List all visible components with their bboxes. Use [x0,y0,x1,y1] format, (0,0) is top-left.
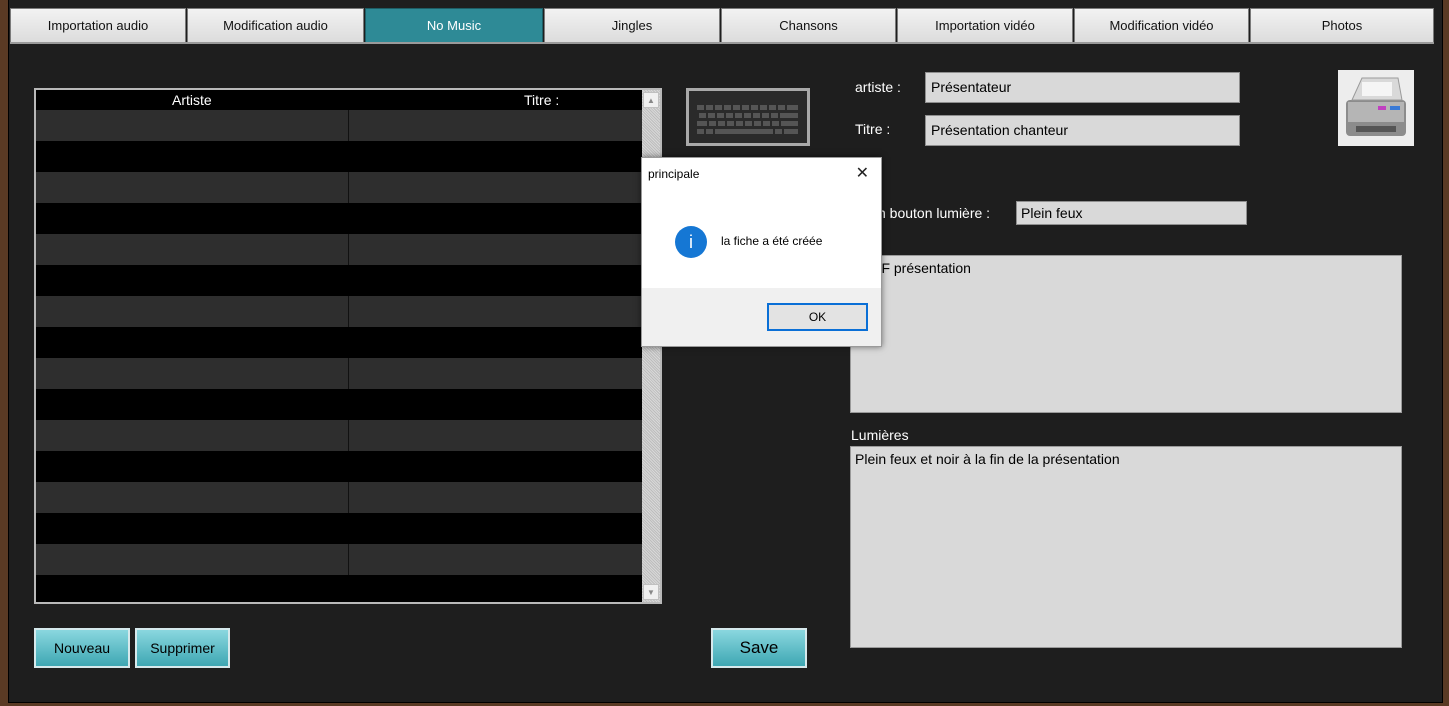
lumieres-textarea[interactable]: Plein feux et noir à la fin de la présen… [850,446,1402,648]
artist-title-table[interactable]: Artiste Titre : ▲ ▼ [34,88,662,604]
titre-field[interactable]: Présentation chanteur [925,115,1240,146]
notes-textarea[interactable]: ro HF présentation [850,255,1402,413]
tab-chansons[interactable]: Chansons [721,8,896,42]
printer-icon[interactable] [1338,70,1414,146]
tab-importation-audio[interactable]: Importation audio [10,8,186,42]
column-header-titre[interactable]: Titre : [524,92,559,108]
table-row[interactable] [36,451,642,482]
table-row[interactable] [36,575,642,602]
supprimer-button[interactable]: Supprimer [135,628,230,668]
info-dialog: principale ✕ i la fiche a été créée OK [641,157,882,347]
tab-underline [10,42,1434,44]
titre-label: Titre : [855,121,891,137]
tab-modification-audio[interactable]: Modification audio [187,8,364,42]
tab-modification-video[interactable]: Modification vidéo [1074,8,1249,42]
tab-bar: Importation audio Modification audio No … [10,8,1435,44]
table-row[interactable] [36,544,642,575]
scroll-down-button[interactable]: ▼ [643,584,659,600]
artiste-field[interactable]: Présentateur [925,72,1240,103]
table-body [36,110,642,602]
table-row[interactable] [36,420,642,451]
close-icon[interactable]: ✕ [856,163,869,183]
keyboard-icon[interactable] [686,88,810,146]
table-row[interactable] [36,265,642,296]
tab-jingles[interactable]: Jingles [544,8,720,42]
table-row[interactable] [36,389,642,420]
table-row[interactable] [36,482,642,513]
artiste-label: artiste : [855,79,901,95]
dialog-title: principale [648,167,700,181]
table-header: Artiste Titre : [36,90,642,110]
info-icon: i [675,226,707,258]
bouton-lumiere-label: n bouton lumière : [878,205,991,221]
table-row[interactable] [36,513,642,544]
table-row[interactable] [36,172,642,203]
bouton-lumiere-field[interactable]: Plein feux [1016,201,1247,225]
table-row[interactable] [36,110,642,141]
table-row[interactable] [36,358,642,389]
lumieres-label: Lumières [851,427,909,443]
table-row[interactable] [36,203,642,234]
table-row[interactable] [36,327,642,358]
table-row[interactable] [36,296,642,327]
ok-button[interactable]: OK [767,303,868,331]
scroll-up-button[interactable]: ▲ [643,92,659,108]
tab-photos[interactable]: Photos [1250,8,1434,42]
table-row[interactable] [36,234,642,265]
dialog-footer: OK [642,288,881,346]
nouveau-button[interactable]: Nouveau [34,628,130,668]
dialog-message: la fiche a été créée [721,234,823,248]
save-button[interactable]: Save [711,628,807,668]
table-row[interactable] [36,141,642,172]
tab-importation-video[interactable]: Importation vidéo [897,8,1073,42]
column-header-artiste[interactable]: Artiste [172,92,212,108]
tab-no-music[interactable]: No Music [365,8,543,42]
